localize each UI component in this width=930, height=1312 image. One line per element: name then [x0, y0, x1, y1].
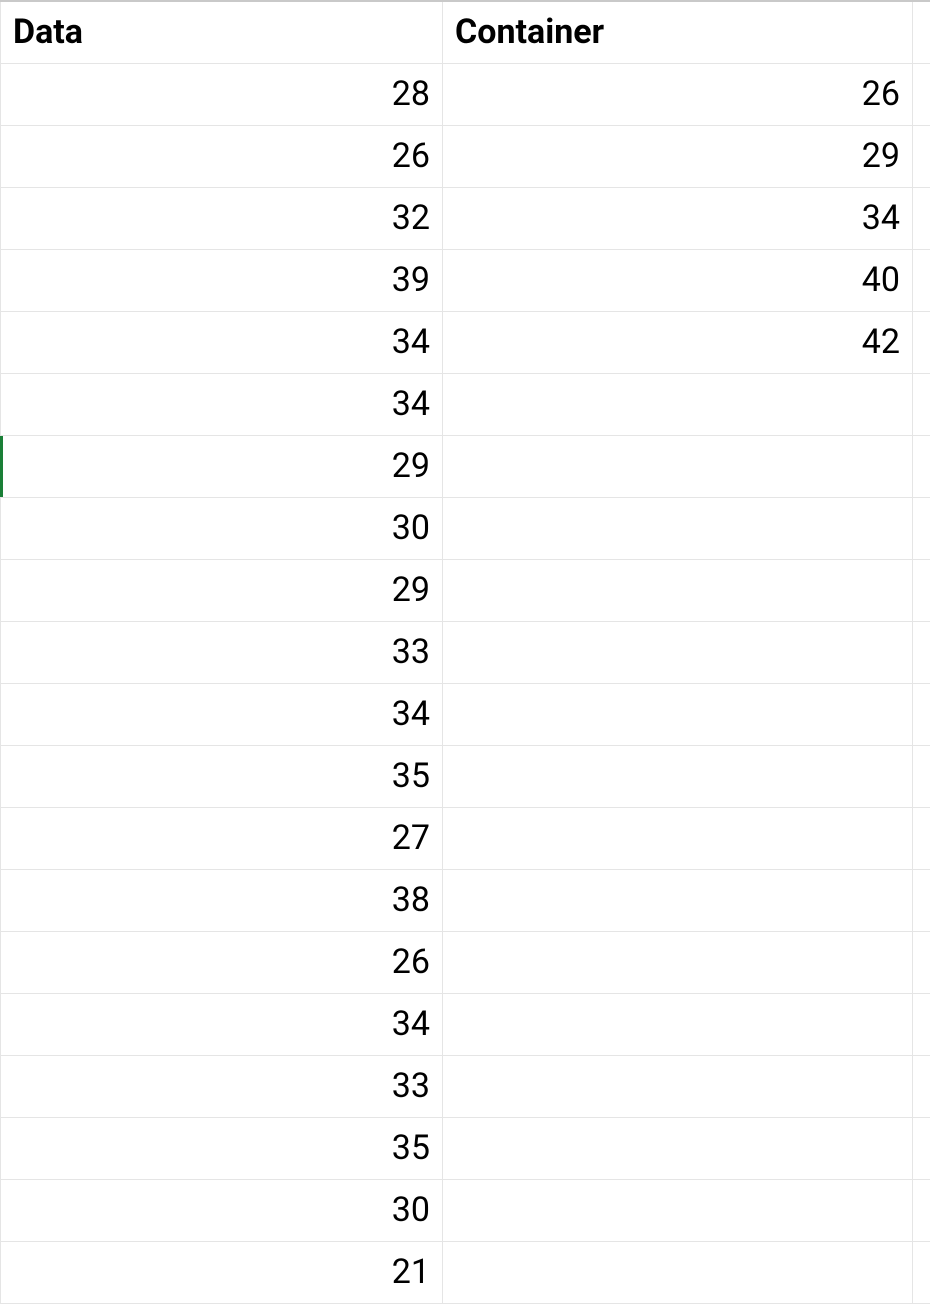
cell-data[interactable]: 33	[1, 1055, 443, 1117]
cell-overflow	[913, 1117, 930, 1179]
table-row[interactable]: 29	[1, 435, 930, 497]
cell-data[interactable]: 26	[1, 125, 443, 187]
cell-container[interactable]	[443, 993, 913, 1055]
cell-container[interactable]	[443, 559, 913, 621]
cell-overflow	[913, 1241, 930, 1303]
cell-container[interactable]	[443, 1179, 913, 1241]
cell-container[interactable]	[443, 1117, 913, 1179]
cell-overflow	[913, 745, 930, 807]
cell-overflow	[913, 807, 930, 869]
cell-data[interactable]: 34	[1, 683, 443, 745]
table-row[interactable]: 38	[1, 869, 930, 931]
cell-container[interactable]	[443, 1241, 913, 1303]
header-container[interactable]: Container	[443, 1, 913, 63]
cell-data[interactable]: 35	[1, 1117, 443, 1179]
cell-container[interactable]: 40	[443, 249, 913, 311]
cell-container[interactable]	[443, 807, 913, 869]
table-row[interactable]: 30	[1, 497, 930, 559]
cell-data[interactable]: 29	[1, 435, 443, 497]
cell-overflow	[913, 311, 930, 373]
cell-data[interactable]: 34	[1, 993, 443, 1055]
cell-data[interactable]: 34	[1, 373, 443, 435]
cell-container[interactable]	[443, 435, 913, 497]
cell-overflow	[913, 249, 930, 311]
cell-container[interactable]	[443, 931, 913, 993]
table-row[interactable]: 27	[1, 807, 930, 869]
cell-overflow	[913, 1055, 930, 1117]
cell-overflow	[913, 683, 930, 745]
table-row[interactable]: 34	[1, 993, 930, 1055]
cell-overflow	[913, 1179, 930, 1241]
cell-container[interactable]: 29	[443, 125, 913, 187]
cell-data[interactable]: 34	[1, 311, 443, 373]
cell-overflow	[913, 869, 930, 931]
table-row[interactable]: 2629	[1, 125, 930, 187]
cell-data[interactable]: 30	[1, 1179, 443, 1241]
cell-container[interactable]	[443, 1055, 913, 1117]
cell-overflow	[913, 187, 930, 249]
cell-overflow	[913, 435, 930, 497]
cell-container[interactable]	[443, 869, 913, 931]
table-row[interactable]: 34	[1, 373, 930, 435]
header-row: Data Container	[1, 1, 930, 63]
table-row[interactable]: 26	[1, 931, 930, 993]
table-row[interactable]: 3234	[1, 187, 930, 249]
table-row[interactable]: 3940	[1, 249, 930, 311]
cell-container[interactable]	[443, 621, 913, 683]
cell-container[interactable]: 42	[443, 311, 913, 373]
table-row[interactable]: 30	[1, 1179, 930, 1241]
table-row[interactable]: 35	[1, 745, 930, 807]
table-row[interactable]: 33	[1, 621, 930, 683]
table-row[interactable]: 35	[1, 1117, 930, 1179]
cell-overflow	[913, 559, 930, 621]
cell-overflow	[913, 621, 930, 683]
header-overflow	[913, 1, 930, 63]
cell-data[interactable]: 35	[1, 745, 443, 807]
spreadsheet-table[interactable]: Data Container 2826262932343940344234293…	[0, 0, 930, 1304]
cell-data[interactable]: 29	[1, 559, 443, 621]
cell-data[interactable]: 30	[1, 497, 443, 559]
table-row[interactable]: 3442	[1, 311, 930, 373]
cell-data[interactable]: 28	[1, 63, 443, 125]
cell-data[interactable]: 26	[1, 931, 443, 993]
cell-overflow	[913, 63, 930, 125]
cell-overflow	[913, 125, 930, 187]
cell-container[interactable]	[443, 497, 913, 559]
cell-overflow	[913, 931, 930, 993]
cell-container[interactable]: 26	[443, 63, 913, 125]
cell-container[interactable]	[443, 683, 913, 745]
header-data[interactable]: Data	[1, 1, 443, 63]
cell-data[interactable]: 21	[1, 1241, 443, 1303]
cell-data[interactable]: 38	[1, 869, 443, 931]
table-row[interactable]: 21	[1, 1241, 930, 1303]
cell-overflow	[913, 497, 930, 559]
table-row[interactable]: 2826	[1, 63, 930, 125]
cell-overflow	[913, 373, 930, 435]
cell-container[interactable]	[443, 745, 913, 807]
cell-data[interactable]: 32	[1, 187, 443, 249]
table-row[interactable]: 29	[1, 559, 930, 621]
cell-container[interactable]: 34	[443, 187, 913, 249]
cell-data[interactable]: 27	[1, 807, 443, 869]
table-row[interactable]: 33	[1, 1055, 930, 1117]
cell-data[interactable]: 33	[1, 621, 443, 683]
cell-overflow	[913, 993, 930, 1055]
cell-data[interactable]: 39	[1, 249, 443, 311]
table-row[interactable]: 34	[1, 683, 930, 745]
cell-container[interactable]	[443, 373, 913, 435]
